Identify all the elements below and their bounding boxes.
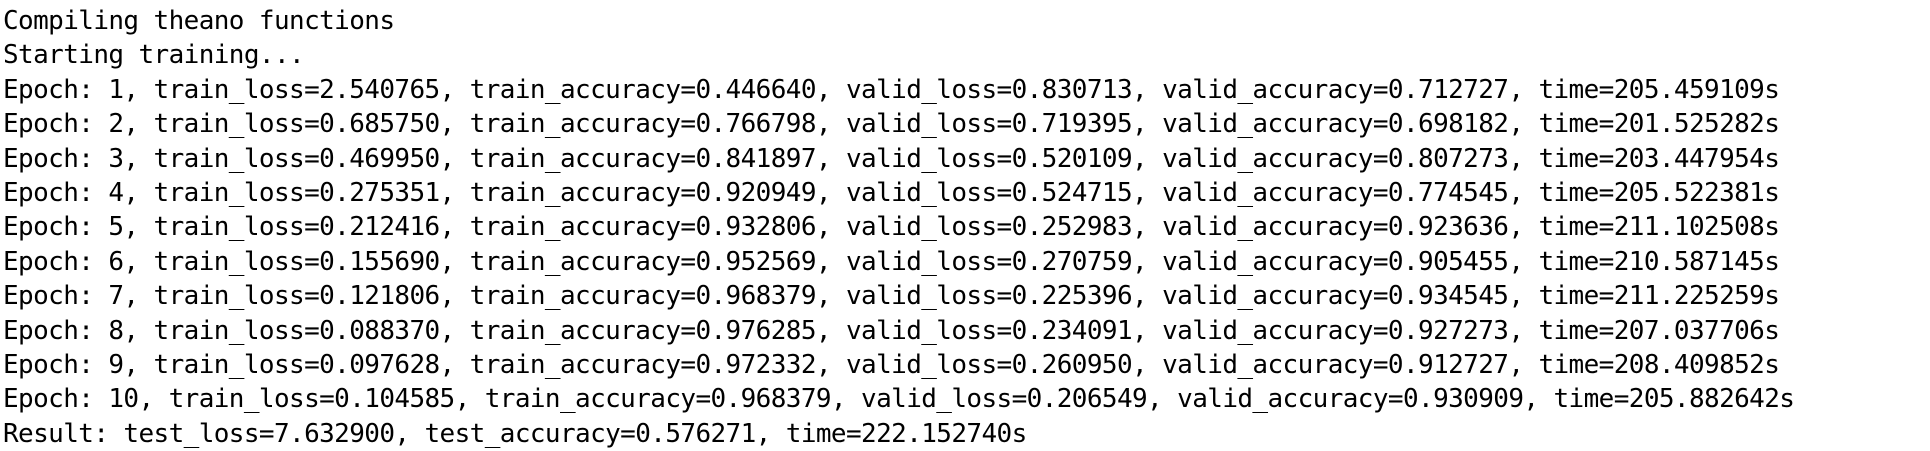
terminal-line-epoch-5: Epoch: 5, train_loss=0.212416, train_acc… xyxy=(3,212,1780,243)
terminal-line-epoch-2: Epoch: 2, train_loss=0.685750, train_acc… xyxy=(3,109,1780,140)
terminal-line-epoch-6: Epoch: 6, train_loss=0.155690, train_acc… xyxy=(3,246,1780,277)
terminal-output: Compiling theano functions Starting trai… xyxy=(0,0,1930,449)
terminal-line-epoch-4: Epoch: 4, train_loss=0.275351, train_acc… xyxy=(3,177,1780,208)
terminal-line-epoch-9: Epoch: 9, train_loss=0.097628, train_acc… xyxy=(3,349,1780,380)
terminal-line-epoch-7: Epoch: 7, train_loss=0.121806, train_acc… xyxy=(3,281,1780,312)
terminal-line-epoch-3: Epoch: 3, train_loss=0.469950, train_acc… xyxy=(3,143,1780,174)
terminal-line-starting: Starting training... xyxy=(3,40,305,71)
terminal-line-epoch-10: Epoch: 10, train_loss=0.104585, train_ac… xyxy=(3,384,1795,415)
terminal-line-compiling: Compiling theano functions xyxy=(3,6,395,36)
terminal-line-epoch-8: Epoch: 8, train_loss=0.088370, train_acc… xyxy=(3,315,1780,346)
terminal-line-epoch-1: Epoch: 1, train_loss=2.540765, train_acc… xyxy=(3,74,1780,105)
terminal-line-result: Result: test_loss=7.632900, test_accurac… xyxy=(3,418,1027,449)
